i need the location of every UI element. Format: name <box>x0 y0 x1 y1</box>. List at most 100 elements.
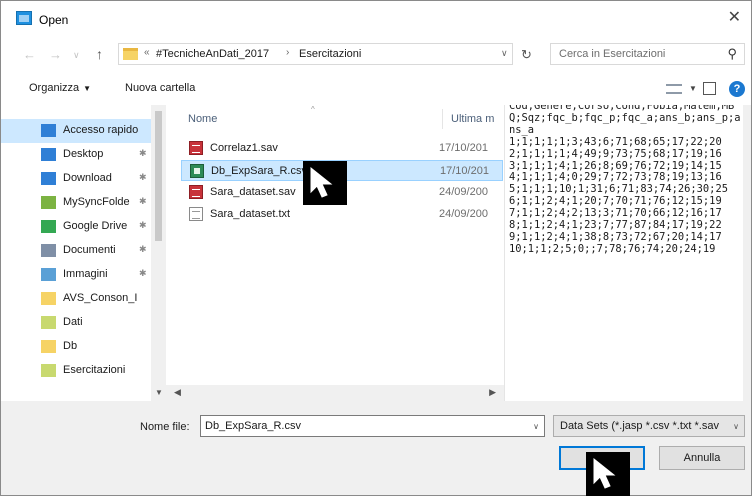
dialog-app-icon <box>16 11 32 25</box>
sidebar-item-label: MySyncFolde <box>63 196 130 208</box>
chevron-down-icon[interactable]: ▼ <box>689 84 697 93</box>
horizontal-scrollbar[interactable]: ◀ ▶ <box>166 385 504 401</box>
sort-indicator-icon: ^ <box>311 105 315 114</box>
folder-icon <box>123 48 138 60</box>
column-divider[interactable] <box>442 109 443 129</box>
pin-icon[interactable]: ✱ <box>139 268 147 279</box>
star-icon <box>41 124 56 137</box>
address-overflow-chevron-icon[interactable]: « <box>144 47 150 58</box>
pin-icon[interactable]: ✱ <box>139 220 147 231</box>
preview-pane-icon[interactable] <box>703 82 716 95</box>
sidebar-item-google-drive[interactable]: Google Drive ✱ <box>1 215 151 239</box>
sidebar-item-immagini[interactable]: Immagini ✱ <box>1 263 151 287</box>
filename-input[interactable]: Db_ExpSara_R.csv ∨ <box>200 415 545 437</box>
navigation-pane: ▼ Accesso rapido Desktop ✱ Download ✱ MySyncF… <box>1 105 166 401</box>
address-bar[interactable]: « #TecnicheAnDati_2017 › Esercitazioni <box>118 43 513 65</box>
sync-folder-icon <box>41 196 56 209</box>
filename-label: Nome file: <box>140 421 190 433</box>
cancel-button[interactable]: Annulla <box>659 446 745 470</box>
file-preview-text: Cod;Genere;Corso;Cond;Fobia;Matem;MBQ;Sq… <box>509 105 741 255</box>
preview-scrollbar[interactable] <box>743 105 751 401</box>
scroll-left-icon[interactable]: ◀ <box>174 387 181 398</box>
sidebar-item-dati[interactable]: Dati <box>1 311 151 335</box>
dialog-title: Open <box>39 13 69 27</box>
sidebar-item-label: Esercitazioni <box>63 364 126 376</box>
search-placeholder: Cerca in Esercitazioni <box>559 48 666 60</box>
google-drive-icon <box>41 220 56 233</box>
sidebar-item-esercitazioni[interactable]: Esercitazioni <box>1 359 151 383</box>
sidebar-item-label: Download <box>63 172 112 184</box>
sidebar-item-download[interactable]: Download ✱ <box>1 167 151 191</box>
sav-file-icon <box>189 185 203 199</box>
dialog-footer: Nome file: Db_ExpSara_R.csv ∨ Data Sets … <box>1 401 751 495</box>
file-date-modified: 17/10/201 <box>440 165 489 177</box>
pin-icon[interactable]: ✱ <box>139 244 147 255</box>
file-list: ^ Nome Ultima m Correlaz1.sav 17/10/201 Db… <box>166 105 504 401</box>
file-date-modified: 17/10/201 <box>439 142 488 154</box>
sidebar-item-label: AVS_Conson_I <box>63 292 138 304</box>
file-type-select[interactable]: Data Sets (*.jasp *.csv *.txt *.sav ∨ <box>553 415 745 437</box>
file-name: Db_ExpSara_R.csv <box>211 165 307 177</box>
folder-icon <box>41 316 56 329</box>
navigation-bar: ← → ∨ ↑ « #TecnicheAnDati_2017 › Esercit… <box>1 37 751 73</box>
sidebar-item-desktop[interactable]: Desktop ✱ <box>1 143 151 167</box>
pin-icon[interactable]: ✱ <box>139 172 147 183</box>
chevron-down-icon: ▼ <box>83 84 92 93</box>
file-row[interactable]: Correlaz1.sav 17/10/201 <box>181 138 503 159</box>
scroll-down-icon[interactable]: ▼ <box>155 388 163 397</box>
column-header-name[interactable]: Nome <box>188 113 217 125</box>
documents-icon <box>41 244 56 257</box>
refresh-icon[interactable]: ↻ <box>521 47 532 63</box>
pictures-icon <box>41 268 56 281</box>
mouse-pointer-icon <box>586 452 630 496</box>
sidebar-item-label: Dati <box>63 316 83 328</box>
help-icon[interactable]: ? <box>729 81 745 97</box>
sidebar-item-label: Desktop <box>63 148 104 160</box>
txt-file-icon <box>189 207 203 221</box>
download-icon <box>41 172 56 185</box>
file-date-modified: 24/09/200 <box>439 208 488 220</box>
folder-icon <box>41 364 56 377</box>
view-options-icon[interactable] <box>666 84 682 94</box>
forward-arrow-icon[interactable]: → <box>49 47 62 62</box>
folder-icon <box>41 292 56 305</box>
new-folder-button[interactable]: Nuova cartella <box>125 82 195 94</box>
sidebar-item-avs-conson-i[interactable]: AVS_Conson_I <box>1 287 151 311</box>
recent-locations-dropdown-icon[interactable]: ∨ <box>73 50 80 61</box>
folder-icon <box>41 340 56 353</box>
chevron-down-icon[interactable]: ∨ <box>533 422 539 431</box>
breadcrumb-separator-icon[interactable]: › <box>286 47 289 58</box>
back-arrow-icon[interactable]: ← <box>23 47 36 62</box>
open-dialog: Open ✕ ← → ∨ ↑ « #TecnicheAnDati_2017 › … <box>0 0 752 496</box>
organize-button[interactable]: Organizza ▼ <box>29 82 91 94</box>
breadcrumb-tecnicheandati[interactable]: #TecnicheAnDati_2017 <box>156 48 269 60</box>
file-type-value: Data Sets (*.jasp *.csv *.txt *.sav <box>560 420 719 432</box>
sidebar-item-label: Documenti <box>63 244 116 256</box>
address-dropdown-icon[interactable]: ∨ <box>501 48 508 59</box>
sidebar-item-mysyncfolde[interactable]: MySyncFolde ✱ <box>1 191 151 215</box>
sidebar-item-documenti[interactable]: Documenti ✱ <box>1 239 151 263</box>
scroll-right-icon[interactable]: ▶ <box>489 387 496 398</box>
pin-icon[interactable]: ✱ <box>139 148 147 159</box>
scrollbar-thumb[interactable] <box>155 111 162 241</box>
mouse-pointer-icon <box>303 161 347 205</box>
close-icon[interactable]: ✕ <box>728 10 741 26</box>
command-toolbar: Organizza ▼ Nuova cartella ▼ ? <box>1 73 751 105</box>
file-date-modified: 24/09/200 <box>439 186 488 198</box>
pin-icon[interactable]: ✱ <box>139 196 147 207</box>
file-name: Sara_dataset.sav <box>210 186 296 198</box>
search-input[interactable]: Cerca in Esercitazioni ⚲ <box>550 43 745 65</box>
column-header-date-modified[interactable]: Ultima m <box>451 113 501 125</box>
breadcrumb-esercitazioni[interactable]: Esercitazioni <box>299 48 361 60</box>
sidebar-item-accesso-rapido[interactable]: Accesso rapido <box>1 119 151 143</box>
search-icon[interactable]: ⚲ <box>727 46 737 62</box>
filename-value: Db_ExpSara_R.csv <box>205 420 301 432</box>
chevron-down-icon: ∨ <box>733 422 739 431</box>
sidebar-item-label: Google Drive <box>63 220 128 232</box>
navigation-scrollbar[interactable]: ▼ <box>151 105 166 401</box>
sidebar-item-db[interactable]: Db <box>1 335 151 359</box>
title-bar: Open ✕ <box>1 1 751 37</box>
sav-file-icon <box>189 141 203 155</box>
file-row[interactable]: Sara_dataset.txt 24/09/200 <box>181 204 503 225</box>
up-arrow-icon[interactable]: ↑ <box>96 46 103 62</box>
